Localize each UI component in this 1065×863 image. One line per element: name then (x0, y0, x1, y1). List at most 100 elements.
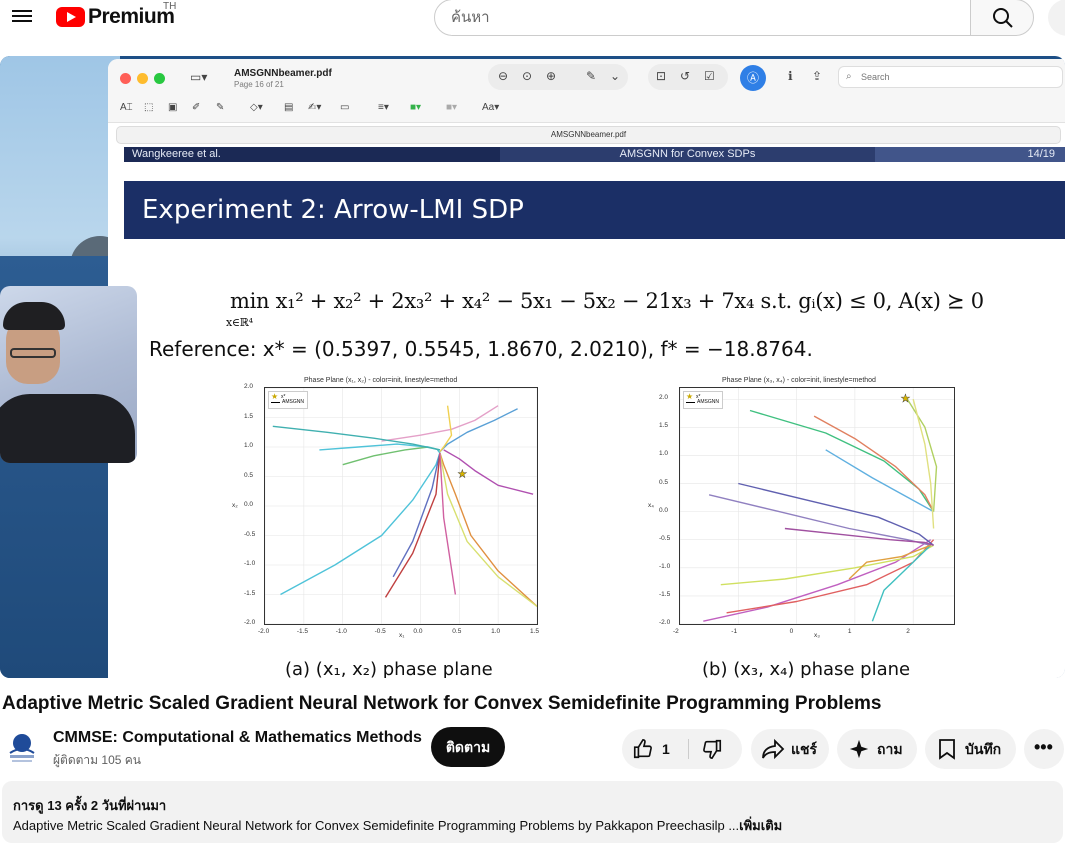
legend-line (271, 402, 280, 403)
rect-select-icon[interactable]: ⬚ (144, 102, 153, 113)
youtube-logo[interactable]: Premium (56, 5, 175, 29)
channel-name[interactable]: CMMSE: Computational & Mathematics Metho… (53, 729, 422, 747)
plot-b-title: Phase Plane (x₃, x₄) - color=init, lines… (722, 377, 876, 384)
x-tick-label: -0.5 (374, 628, 386, 635)
textbox-icon[interactable]: ▤ (284, 102, 293, 113)
y-tick-label: -2.0 (659, 619, 671, 626)
subscribe-button[interactable]: ติดตาม (431, 727, 505, 767)
sketch-icon[interactable]: ✐ (192, 102, 200, 113)
presenter-hair (3, 302, 65, 330)
info-icon[interactable]: ℹ (788, 69, 793, 83)
pdf-viewer-window: ▭▾ AMSGNNbeamer.pdf Page 16 of 21 ⊖ ⊙ ⊕ … (108, 59, 1065, 678)
presenter-shirt (0, 394, 135, 463)
search-icon: ⌕ (846, 71, 852, 82)
caption-a: (a) (x₁, x₂) phase plane (285, 659, 493, 678)
slide-number: 14/19 (875, 147, 1065, 162)
show-more-link[interactable]: เพิ่มเติม (739, 818, 782, 833)
plot-b-ylabel: x₄ (648, 502, 654, 509)
video-title: Adaptive Metric Scaled Gradient Neural N… (2, 693, 882, 714)
minimize-window-icon[interactable] (137, 73, 148, 84)
share-arrow-icon (762, 738, 785, 760)
document-tab[interactable]: AMSGNNbeamer.pdf (116, 126, 1061, 144)
plot-b-svg: ★ (679, 388, 954, 625)
y-tick-label: -2.0 (244, 619, 256, 626)
markup-mode-icon[interactable]: Ⓐ (740, 65, 766, 91)
plot-b-xlabel: x₃ (814, 632, 820, 639)
note-icon[interactable]: ▭ (340, 102, 349, 113)
search-icon (993, 8, 1013, 28)
plot-a-legend: ★ x* AMSGNN (268, 391, 308, 409)
legend-method-label: AMSGNN (697, 399, 719, 405)
channel-logo-icon (9, 734, 35, 762)
like-button[interactable]: 1 (622, 729, 688, 769)
pdf-search-field[interactable]: ⌕ Search (838, 66, 1063, 88)
plot-a-area: ★ ★ x* AMSGNN (264, 387, 542, 625)
voice-search-button[interactable] (1048, 0, 1065, 36)
save-label: บันทึก (965, 741, 1002, 757)
y-tick-label: 0.0 (244, 501, 254, 508)
zoom-in-icon[interactable]: ⊕ (546, 69, 556, 83)
draw-icon[interactable]: ✎ (216, 102, 224, 113)
x-tick-label: -1 (731, 628, 738, 635)
y-tick-label: -1.0 (244, 560, 256, 567)
line-style-icon[interactable]: ≡▾ (378, 102, 389, 113)
chevron-down-icon[interactable]: ⌄ (610, 69, 620, 83)
x-tick-label: 2 (906, 628, 910, 635)
plot-b-area: ★ ★ x* AMSGNN (679, 387, 955, 625)
text-select-icon[interactable]: A⌶ (120, 102, 133, 113)
y-tick-label: 1.0 (244, 442, 254, 449)
page-info: Page 16 of 21 (234, 80, 284, 89)
close-window-icon[interactable] (120, 73, 131, 84)
description-box[interactable]: การดู 13 ครั้ง 2 วันที่ผ่านมา Adaptive M… (2, 781, 1063, 843)
trajectory-line (912, 399, 935, 529)
rotate-icon[interactable]: ↺ (680, 69, 690, 83)
description-text: Adaptive Metric Scaled Gradient Neural N… (13, 815, 782, 836)
description-snippet: Adaptive Metric Scaled Gradient Neural N… (13, 818, 740, 833)
search-input[interactable] (451, 0, 971, 35)
beamer-slide: Wangkeeree et al. AMSGNN for Convex SDPs… (124, 147, 1065, 678)
text-style-icon[interactable]: Aa▾ (482, 102, 499, 113)
x-tick-label: -2 (673, 628, 679, 635)
search-button[interactable] (970, 0, 1034, 36)
border-color-icon[interactable]: ■▾ (410, 102, 421, 113)
view-count-date: การดู 13 ครั้ง 2 วันที่ผ่านมา (13, 798, 167, 813)
x-tick-label: 1.0 (491, 628, 501, 635)
shapes-icon[interactable]: ◇▾ (250, 102, 263, 113)
dislike-button[interactable] (689, 729, 742, 769)
like-count: 1 (662, 741, 670, 757)
x-tick-label: 1.5 (530, 628, 540, 635)
ask-label: ถาม (877, 741, 903, 757)
share-button[interactable]: แชร์ (751, 729, 829, 769)
menu-icon[interactable] (12, 7, 32, 25)
zoom-out-icon[interactable]: ⊖ (498, 69, 508, 83)
objective-equation: min x₁² + x₂² + 2x₃² + x₄² − 5x₁ − 5x₂ −… (226, 289, 984, 329)
crop-icon[interactable]: ⊡ (656, 69, 666, 83)
slide-title: Experiment 2: Arrow-LMI SDP (124, 181, 1065, 239)
channel-avatar[interactable] (2, 727, 42, 767)
y-tick-label: 2.0 (244, 383, 254, 390)
trajectory-line (439, 405, 453, 453)
trajectory-line (381, 405, 499, 442)
sidebar-toggle-icon[interactable]: ▭▾ (190, 70, 207, 84)
trajectory-line (738, 482, 935, 546)
markup-pen-icon[interactable]: ✎ (586, 69, 596, 83)
form-icon[interactable]: ☑ (704, 69, 715, 83)
ask-button[interactable]: ถาม (837, 729, 917, 769)
y-tick-label: -1.5 (244, 589, 256, 597)
share-icon[interactable]: ⇪ (812, 69, 822, 83)
thumbs-down-icon (703, 739, 722, 759)
x-tick-label: -1.5 (296, 628, 309, 635)
markup-toolbar: A⌶ ⬚ ▣ ✐ ✎ ◇▾ ▤ ✍▾ ▭ ≡▾ ■▾ ■▾ Aa▾ (108, 95, 1065, 123)
fill-color-icon[interactable]: ■▾ (446, 102, 457, 113)
redact-icon[interactable]: ▣ (168, 102, 177, 113)
legend-method-label: AMSGNN (282, 399, 304, 405)
search-box (434, 0, 972, 36)
pdf-search-label: Search (861, 72, 890, 82)
more-actions-button[interactable]: ••• (1024, 729, 1064, 769)
y-tick-label: 1.5 (244, 412, 254, 420)
signature-icon[interactable]: ✍▾ (308, 102, 321, 113)
zoom-fit-icon[interactable]: ⊙ (522, 69, 532, 83)
zoom-window-icon[interactable] (154, 73, 165, 84)
video-player[interactable]: ▭▾ AMSGNNbeamer.pdf Page 16 of 21 ⊖ ⊙ ⊕ … (0, 56, 1065, 678)
save-button[interactable]: บันทึก (925, 729, 1016, 769)
